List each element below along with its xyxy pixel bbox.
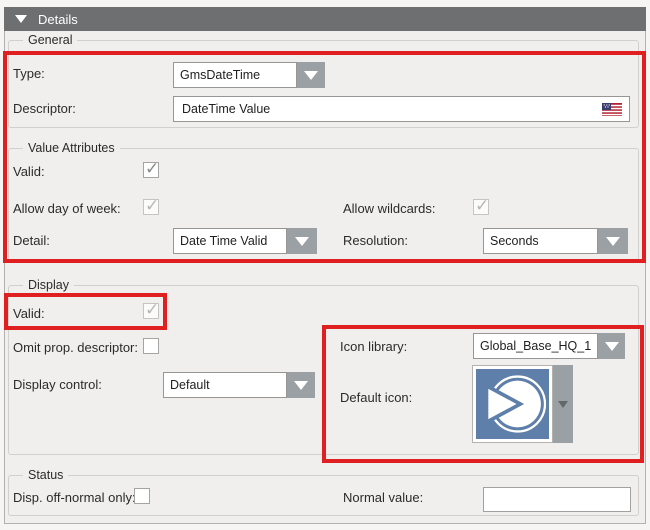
dropdown-arrow-icon [606,237,620,246]
descriptor-field-value: DateTime Value [182,102,270,116]
display-groupbox-label: Display [23,278,74,293]
resolution-combobox-button[interactable] [598,228,628,254]
default-icon-preview[interactable] [472,365,553,443]
icon-library-label: Icon library: [340,339,407,355]
detail-combobox-button[interactable] [287,228,317,254]
resolution-label: Resolution: [343,233,408,249]
details-panel-screen: Details General Value Attributes Display… [0,0,650,530]
type-combobox[interactable]: GmsDateTime [173,62,325,88]
valid-label: Valid: [13,164,45,180]
disp-off-normal-only-checkbox[interactable] [134,488,150,504]
dropdown-arrow-icon [295,237,309,246]
default-icon-tile[interactable] [476,369,549,439]
normal-value-label: Normal value: [343,490,423,506]
enter-circle-icon [480,372,546,436]
display-control-label: Display control: [13,377,102,393]
display-valid-checkbox [143,303,159,319]
display-valid-label: Valid: [13,306,45,322]
icon-library-combobox-value[interactable]: Global_Base_HQ_1 [473,333,598,359]
type-combobox-button[interactable] [297,62,325,88]
display-control-combobox-value[interactable]: Default [163,372,287,398]
disp-off-normal-only-label: Disp. off-normal only: [13,490,136,506]
default-icon-label: Default icon: [340,390,412,406]
details-header-title: Details [38,12,78,27]
collapse-arrow-icon[interactable] [15,15,27,23]
display-control-combobox-button[interactable] [287,372,315,398]
type-combobox-value[interactable]: GmsDateTime [173,62,297,88]
allow-wildcards-label: Allow wildcards: [343,201,435,217]
details-header[interactable]: Details [4,7,646,31]
valid-checkbox[interactable] [143,162,159,178]
dropdown-arrow-icon [304,71,318,80]
resolution-combobox-value[interactable]: Seconds [483,228,598,254]
display-control-combobox[interactable]: Default [163,372,315,398]
allow-wildcards-checkbox [473,199,489,215]
detail-label: Detail: [13,233,50,249]
dropdown-arrow-icon [558,401,568,408]
detail-combobox[interactable]: Date Time Valid [173,228,317,254]
detail-combobox-value[interactable]: Date Time Valid [173,228,287,254]
icon-library-combobox[interactable]: Global_Base_HQ_1 [473,333,625,359]
us-flag-icon[interactable] [602,103,622,116]
omit-prop-descriptor-label: Omit prop. descriptor: [13,340,138,356]
general-groupbox-label: General [23,33,77,48]
status-groupbox-label: Status [23,468,68,483]
dropdown-arrow-icon [605,342,619,351]
descriptor-field[interactable]: DateTime Value [173,96,630,122]
default-icon-dropdown-button[interactable] [553,365,573,443]
descriptor-label: Descriptor: [13,101,76,117]
omit-prop-descriptor-checkbox[interactable] [143,338,159,354]
resolution-combobox[interactable]: Seconds [483,228,628,254]
allow-day-of-week-checkbox [143,199,159,215]
allow-day-of-week-label: Allow day of week: [13,201,121,217]
type-label: Type: [13,66,45,82]
normal-value-input[interactable] [483,487,631,512]
dropdown-arrow-icon [294,381,308,390]
icon-library-combobox-button[interactable] [598,333,625,359]
value-attributes-groupbox-label: Value Attributes [23,141,120,156]
